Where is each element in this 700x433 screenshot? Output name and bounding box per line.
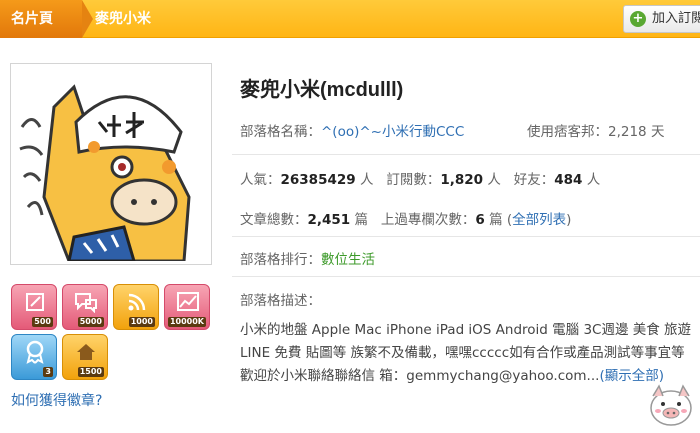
badge-rss[interactable]: 1000 bbox=[113, 284, 159, 330]
chart-icon bbox=[177, 292, 199, 311]
badge-article[interactable]: 500 bbox=[11, 284, 57, 330]
friends-label: 好友： bbox=[513, 172, 555, 188]
desc-label: 部落格描述： bbox=[240, 293, 321, 309]
divider bbox=[232, 276, 700, 277]
follow-button[interactable]: + 加入訂閱 bbox=[623, 5, 700, 33]
profile-name: 麥兜小米(mcdulll) bbox=[240, 79, 404, 101]
divider bbox=[232, 154, 700, 155]
plus-icon: + bbox=[630, 11, 646, 27]
subs-value: 1,820 bbox=[440, 172, 484, 188]
all-list-close: ) bbox=[566, 212, 572, 228]
popularity-value: 26385429 bbox=[280, 172, 356, 188]
friends-value: 484 bbox=[554, 172, 583, 188]
articles-value: 2,451 bbox=[307, 212, 351, 228]
pencil-icon bbox=[26, 293, 44, 311]
breadcrumb-profile-page[interactable]: 名片頁 bbox=[0, 0, 82, 38]
follow-button-label: 加入訂閱 bbox=[652, 11, 700, 26]
subs-label: 訂閱數： bbox=[386, 172, 441, 188]
articles-label: 文章總數： bbox=[240, 212, 308, 228]
breadcrumb-arrow bbox=[82, 0, 93, 38]
featured-value: 6 bbox=[475, 212, 485, 228]
badge-medal[interactable]: 3 bbox=[11, 334, 57, 380]
rank-label: 部落格排行： bbox=[240, 252, 321, 268]
medal-icon bbox=[26, 340, 44, 364]
comment-icon bbox=[75, 293, 97, 313]
divider bbox=[232, 236, 700, 237]
subs-unit: 人 bbox=[487, 172, 501, 188]
breadcrumb-current: 麥兜小米 bbox=[95, 11, 151, 27]
days-value: 2,218 天 bbox=[608, 124, 665, 140]
badge-comment[interactable]: 5000 bbox=[62, 284, 108, 330]
articles-unit: 篇 bbox=[354, 212, 369, 228]
popularity-label: 人氣： bbox=[240, 172, 281, 188]
badge-count: 3 bbox=[43, 367, 53, 377]
badge-count: 500 bbox=[32, 317, 53, 327]
blog-name-link[interactable]: ^(oo)^~小米行動CCC bbox=[321, 124, 464, 140]
rss-icon bbox=[128, 293, 146, 311]
rank-link[interactable]: 數位生活 bbox=[321, 252, 375, 268]
badge-house[interactable]: 1500 bbox=[62, 334, 108, 380]
blog-name-label: 部落格名稱： bbox=[240, 124, 321, 140]
featured-label: 上過專欄次數： bbox=[380, 212, 476, 228]
all-list-link[interactable]: 全部列表 bbox=[512, 212, 566, 228]
popularity-unit: 人 bbox=[359, 172, 374, 188]
pig-mascot-icon bbox=[650, 384, 692, 426]
badge-count: 1500 bbox=[77, 367, 104, 377]
house-icon bbox=[77, 344, 95, 360]
avatar[interactable] bbox=[10, 63, 212, 265]
featured-unit: 篇 bbox=[489, 212, 503, 228]
badge-count: 10000K bbox=[167, 317, 206, 327]
rank-row: 部落格排行：數位生活 bbox=[240, 248, 375, 268]
friends-unit: 人 bbox=[586, 172, 601, 188]
badge-count: 5000 bbox=[77, 317, 104, 327]
badge-count: 1000 bbox=[128, 317, 155, 327]
blog-description: 小米的地盤 Apple Mac iPhone iPad iOS Android … bbox=[240, 319, 692, 388]
days-label: 使用痞客邦： bbox=[527, 124, 608, 140]
badge-help-link[interactable]: 如何獲得徽章? bbox=[11, 390, 102, 410]
stats-row: 人氣：26385429 人 訂閱數：1,820 人 好友：484 人 bbox=[240, 168, 600, 188]
days-row: 使用痞客邦：2,218 天 bbox=[527, 120, 664, 140]
articles-row: 文章總數：2,451 篇 上過專欄次數：6 篇 (全部列表) bbox=[240, 208, 571, 228]
badge-traffic[interactable]: 10000K bbox=[164, 284, 210, 330]
blog-name-row: 部落格名稱：^(oo)^~小米行動CCC bbox=[240, 120, 464, 140]
